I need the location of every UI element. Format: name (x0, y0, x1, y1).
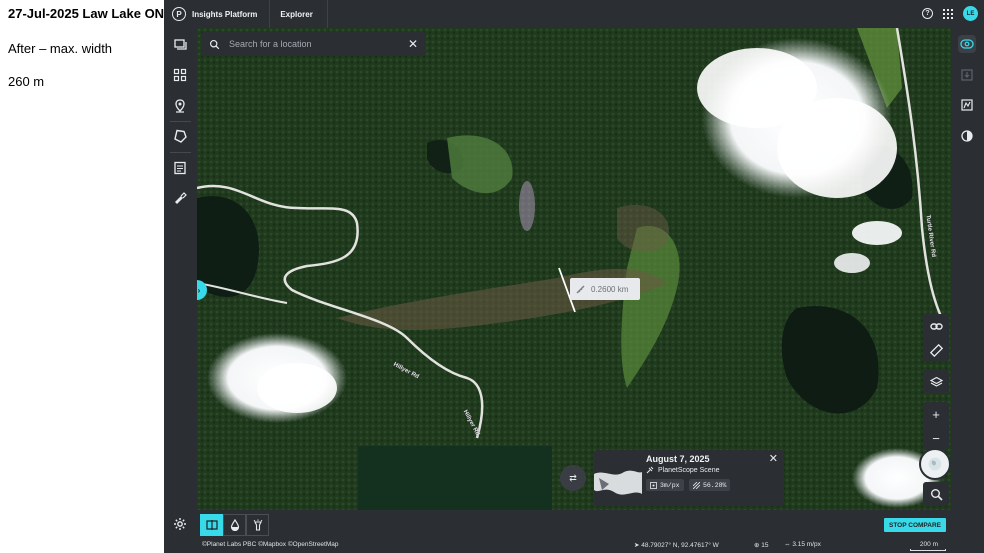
help-icon[interactable]: ? (922, 8, 933, 19)
layers-button-group (923, 370, 949, 394)
resolution-chip: 3m/px (646, 479, 684, 491)
search-input[interactable] (229, 39, 404, 49)
clear-search-button[interactable]: ✕ (404, 37, 422, 51)
zoom-controls: + − (923, 402, 949, 450)
divider (170, 121, 191, 122)
location-search: ✕ (201, 32, 426, 56)
brand-name: Insights Platform (192, 9, 258, 19)
tab-explorer[interactable]: Explorer (270, 0, 326, 28)
zoom-in-button[interactable]: + (923, 402, 949, 426)
cursor-coordinates: ➤ 48.79027° N, 92.47617° W (634, 541, 719, 549)
zoom-level: ⊕ 15 (754, 541, 769, 549)
scene-date: August 7, 2025 (646, 454, 710, 464)
compare-icon[interactable] (958, 35, 976, 53)
map-resolution: ⇔ 3.15 m/px (784, 541, 821, 548)
bottom-bar: STOP COMPARE (164, 510, 984, 538)
globe-minimap[interactable] (919, 448, 951, 480)
divider (326, 0, 328, 28)
paint-icon[interactable] (172, 190, 188, 206)
globe-icon (928, 457, 942, 471)
scene-type: PlanetScope Scene (646, 466, 720, 474)
zoom-search-icon[interactable] (923, 482, 949, 506)
satellite-imagery (197, 28, 951, 510)
slide-caption: After – max. width (8, 41, 113, 56)
divider (170, 152, 191, 153)
scene-close-button[interactable]: ✕ (769, 452, 778, 465)
scene-type-label: PlanetScope Scene (658, 466, 720, 474)
scene-card: August 7, 2025 PlanetScope Scene ✕ 3m/px… (594, 450, 784, 506)
map-tools-group (923, 314, 949, 362)
top-right-actions: ? LE (922, 6, 978, 21)
logo[interactable]: P Insights Platform (164, 0, 257, 28)
coordinates-value: 48.79027° N, 92.47617° W (641, 542, 719, 549)
zoom-value: 15 (761, 542, 769, 549)
right-sidebar (951, 28, 984, 510)
slide-width-value: 260 m (8, 74, 45, 89)
ruler-icon[interactable] (923, 338, 949, 362)
map-view[interactable]: ✕ › 0.2600 km Hillyer Rd Hillyer Rd Turt… (197, 28, 951, 510)
resolution-value: 3m/px (660, 481, 680, 489)
gear-icon[interactable] (173, 517, 187, 531)
avatar[interactable]: LE (963, 6, 978, 21)
scene-thumbnail (594, 464, 642, 506)
measurement-label: 0.2600 km (570, 278, 640, 300)
slide-notes: 27-Jul-2025 Law Lake ON After – max. wid… (0, 0, 164, 553)
flashlight-icon[interactable] (246, 514, 269, 536)
coverage-chip: 56.28% (689, 479, 731, 491)
coverage-value: 56.28% (703, 481, 727, 489)
view-mode-toggle (200, 514, 269, 536)
chart-icon[interactable] (958, 96, 976, 114)
contrast-icon[interactable] (958, 127, 976, 145)
satellite-icon (646, 466, 654, 474)
resolution-icon (650, 481, 657, 489)
resolution-readout: 3.15 m/px (792, 541, 821, 548)
coverage-icon (693, 481, 700, 489)
measurement-value: 0.2600 km (591, 284, 629, 294)
split-view-icon[interactable] (200, 514, 223, 536)
layers-stack-icon[interactable] (172, 37, 188, 53)
drop-icon[interactable] (223, 514, 246, 536)
zoom-to-area-group (923, 482, 949, 506)
insights-platform-app: P Insights Platform Explorer ? LE Search… (164, 0, 984, 553)
status-bar: ©Planet Labs PBC ©Mapbox ©OpenStreetMap … (164, 538, 984, 553)
location-pin-icon[interactable] (172, 98, 188, 114)
planet-logo-icon: P (172, 7, 186, 21)
zoom-out-button[interactable]: − (923, 426, 949, 450)
scale-label: 200 m (919, 541, 938, 548)
top-bar: P Insights Platform Explorer ? LE (164, 0, 984, 28)
scale-bar (910, 549, 946, 551)
polygon-icon[interactable] (172, 128, 188, 144)
download-icon[interactable] (958, 66, 976, 84)
compare-left-panel (358, 446, 552, 510)
map-attribution[interactable]: ©Planet Labs PBC ©Mapbox ©OpenStreetMap (202, 541, 339, 548)
stop-compare-button[interactable]: STOP COMPARE (883, 518, 946, 532)
report-icon[interactable] (172, 160, 188, 176)
left-sidebar (164, 28, 197, 510)
grid-qr-icon[interactable] (172, 67, 188, 83)
ruler-icon (576, 284, 585, 294)
slide-title: 27-Jul-2025 Law Lake ON (8, 6, 165, 21)
link-icon[interactable] (923, 314, 949, 338)
swap-scenes-button[interactable]: ⇄ (560, 465, 586, 491)
layers-icon[interactable] (923, 370, 949, 394)
apps-grid-icon[interactable] (943, 8, 953, 19)
search-icon (207, 37, 221, 51)
